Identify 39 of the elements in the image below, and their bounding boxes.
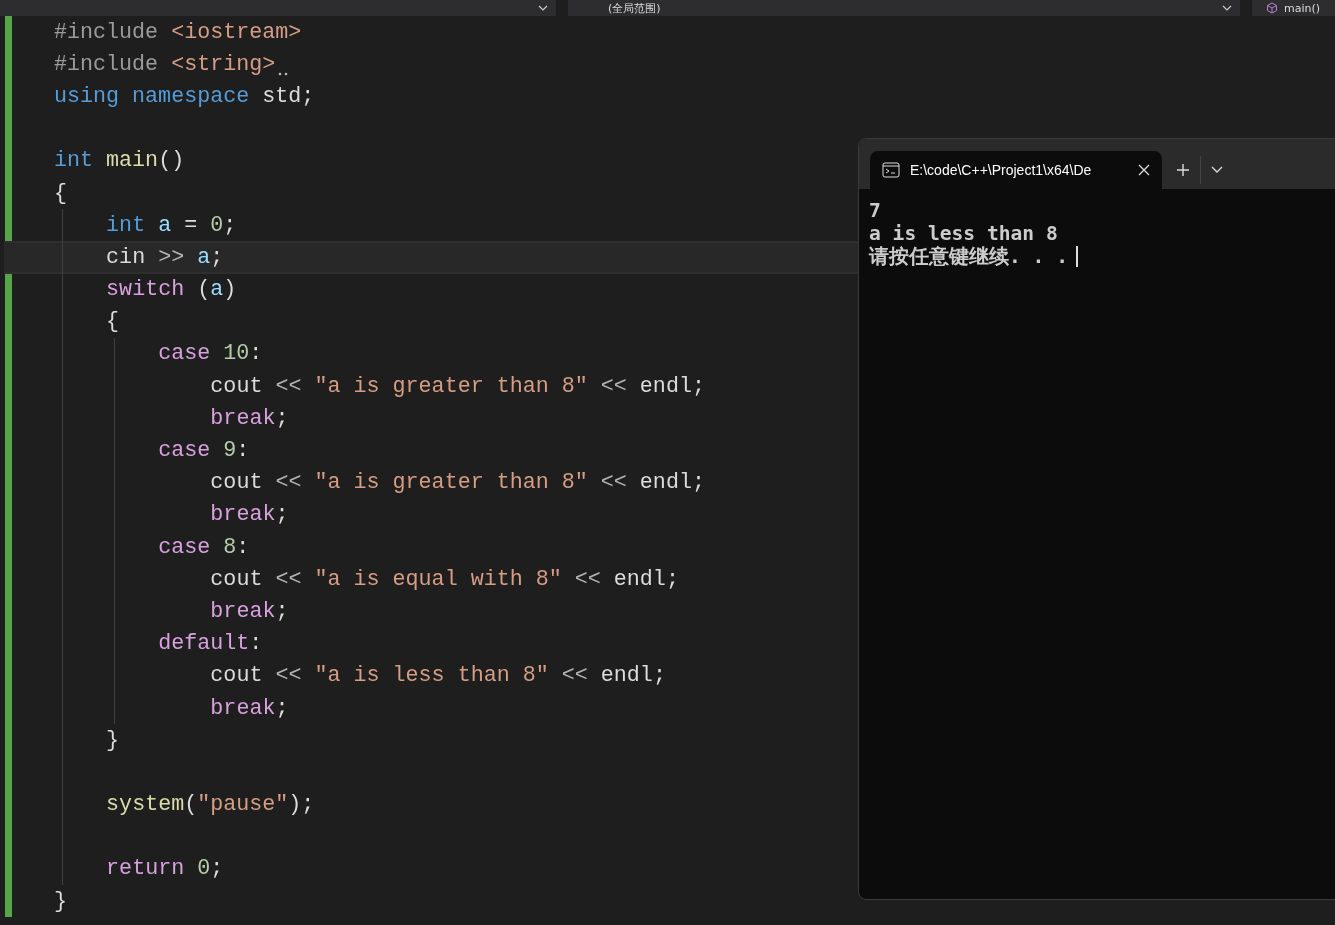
code-line: system("pause"); <box>106 792 315 818</box>
close-icon[interactable] <box>1138 164 1150 176</box>
code-line: using namespace std; <box>54 83 315 109</box>
scope-dropdown[interactable]: (全局范围) <box>568 0 1240 16</box>
code-line: case 10: <box>158 341 263 367</box>
code-line: cout << "a is greater than 8" << endl; <box>210 373 705 399</box>
text-cursor <box>1076 246 1078 267</box>
code-line: break; <box>210 598 289 624</box>
code-line: return 0; <box>106 856 224 882</box>
code-line: default: <box>158 631 263 657</box>
code-line: int a = 0; <box>106 212 237 238</box>
chevron-down-icon[interactable] <box>1211 166 1223 174</box>
code-line: cout << "a is greater than 8" << endl; <box>210 470 705 496</box>
cube-icon <box>1266 2 1278 14</box>
code-line: break; <box>210 502 289 528</box>
code-line: case 8: <box>158 534 250 560</box>
console-icon <box>882 162 900 178</box>
new-tab-plus-icon[interactable] <box>1176 163 1190 177</box>
code-line: { <box>54 180 67 206</box>
terminal-tab[interactable]: E:\code\C++\Project1\x64\De <box>870 151 1162 189</box>
terminal-output-line: 7 <box>869 199 881 222</box>
code-line: } <box>54 888 67 914</box>
member-dropdown[interactable]: main() <box>1252 0 1335 16</box>
code-line: cout << "a is equal with 8" << endl; <box>210 566 679 592</box>
code-line: switch (a) <box>106 277 237 303</box>
code-line: break; <box>210 695 289 721</box>
code-line: cin >> a; <box>106 244 224 270</box>
code-line: #include <iostream> <box>54 19 302 45</box>
chevron-down-icon[interactable] <box>1222 5 1232 11</box>
chevron-down-icon[interactable] <box>538 5 548 11</box>
code-line: { <box>106 309 120 335</box>
terminal-output-line: a is less than 8 <box>869 222 1058 245</box>
code-line: int main() <box>54 148 185 174</box>
code-line: case 9: <box>158 438 250 464</box>
code-line: break; <box>210 405 289 431</box>
code-line: } <box>106 727 120 753</box>
code-line: cout << "a is less than 8" << endl; <box>210 663 666 689</box>
terminal-output-line: 请按任意键继续. . . <box>869 245 1068 268</box>
code-line: #include <string> <box>54 51 276 77</box>
